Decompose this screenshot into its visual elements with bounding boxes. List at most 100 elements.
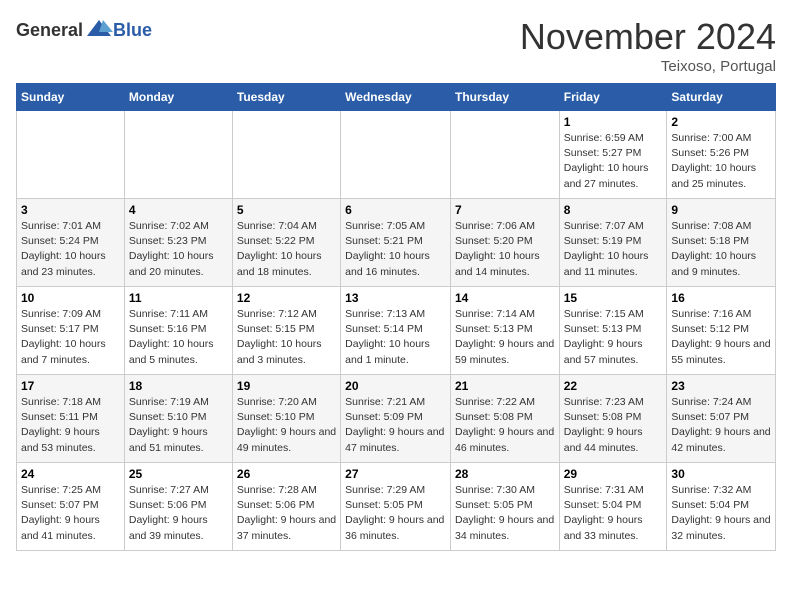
week-row-0: 1 Sunrise: 6:59 AM Sunset: 5:27 PM Daylig…	[17, 111, 776, 199]
day-info: Sunrise: 7:08 AM Sunset: 5:18 PM Dayligh…	[671, 219, 771, 280]
calendar-cell: 7Sunrise: 7:06 AM Sunset: 5:20 PM Daylig…	[450, 199, 559, 287]
calendar-cell	[232, 111, 340, 199]
day-info: Sunrise: 7:14 AM Sunset: 5:13 PM Dayligh…	[455, 307, 555, 368]
calendar-cell	[124, 111, 232, 199]
day-number: 27	[345, 467, 446, 481]
week-row-2: 10 Sunrise: 7:09 AM Sunset: 5:17 PM Dayli…	[17, 287, 776, 375]
logo-icon	[85, 16, 113, 44]
day-number: 24	[21, 467, 120, 481]
day-info: Sunrise: 7:18 AM Sunset: 5:11 PM Dayligh…	[21, 395, 120, 456]
calendar-cell: 10 Sunrise: 7:09 AM Sunset: 5:17 PM Dayli…	[17, 287, 125, 375]
calendar-cell: 27 Sunrise: 7:29 AM Sunset: 5:05 PM Dayli…	[341, 463, 451, 551]
calendar-cell: 19 Sunrise: 7:20 AM Sunset: 5:10 PM Dayli…	[232, 375, 340, 463]
day-info: Sunrise: 7:11 AM Sunset: 5:16 PM Dayligh…	[129, 307, 228, 368]
weekday-header-tuesday: Tuesday	[232, 84, 340, 111]
calendar-cell: 9 Sunrise: 7:08 AM Sunset: 5:18 PM Daylig…	[667, 199, 776, 287]
calendar-cell: 15 Sunrise: 7:15 AM Sunset: 5:13 PM Dayli…	[559, 287, 667, 375]
weekday-header-thursday: Thursday	[450, 84, 559, 111]
page-header: General Blue November 2024 Teixoso, Port…	[16, 16, 776, 75]
calendar-table: SundayMondayTuesdayWednesdayThursdayFrid…	[16, 83, 776, 551]
day-info: Sunrise: 7:16 AM Sunset: 5:12 PM Dayligh…	[671, 307, 771, 368]
day-info: Sunrise: 7:05 AM Sunset: 5:21 PM Dayligh…	[345, 219, 446, 280]
day-number: 3	[21, 203, 120, 217]
day-number: 8	[564, 203, 663, 217]
calendar-cell: 4Sunrise: 7:02 AM Sunset: 5:23 PM Daylig…	[124, 199, 232, 287]
week-row-4: 24Sunrise: 7:25 AM Sunset: 5:07 PM Dayli…	[17, 463, 776, 551]
day-number: 25	[129, 467, 228, 481]
day-number: 28	[455, 467, 555, 481]
calendar-cell: 17 Sunrise: 7:18 AM Sunset: 5:11 PM Dayli…	[17, 375, 125, 463]
day-number: 13	[345, 291, 446, 305]
day-number: 22	[564, 379, 663, 393]
day-info: Sunrise: 7:22 AM Sunset: 5:08 PM Dayligh…	[455, 395, 555, 456]
day-info: Sunrise: 7:19 AM Sunset: 5:10 PM Dayligh…	[129, 395, 228, 456]
day-info: Sunrise: 7:09 AM Sunset: 5:17 PM Dayligh…	[21, 307, 120, 368]
day-number: 29	[564, 467, 663, 481]
day-number: 1	[564, 115, 663, 129]
day-number: 5	[237, 203, 336, 217]
calendar-cell: 25 Sunrise: 7:27 AM Sunset: 5:06 PM Dayli…	[124, 463, 232, 551]
calendar-cell: 23Sunrise: 7:24 AM Sunset: 5:07 PM Dayli…	[667, 375, 776, 463]
day-number: 6	[345, 203, 446, 217]
logo-text-blue: Blue	[113, 20, 152, 41]
day-number: 19	[237, 379, 336, 393]
calendar-cell: 1 Sunrise: 6:59 AM Sunset: 5:27 PM Daylig…	[559, 111, 667, 199]
day-info: Sunrise: 7:28 AM Sunset: 5:06 PM Dayligh…	[237, 483, 336, 544]
day-info: Sunrise: 7:12 AM Sunset: 5:15 PM Dayligh…	[237, 307, 336, 368]
calendar-cell: 30Sunrise: 7:32 AM Sunset: 5:04 PM Dayli…	[667, 463, 776, 551]
day-info: Sunrise: 7:20 AM Sunset: 5:10 PM Dayligh…	[237, 395, 336, 456]
calendar-cell: 5 Sunrise: 7:04 AM Sunset: 5:22 PM Daylig…	[232, 199, 340, 287]
day-info: Sunrise: 7:01 AM Sunset: 5:24 PM Dayligh…	[21, 219, 120, 280]
day-number: 15	[564, 291, 663, 305]
day-number: 21	[455, 379, 555, 393]
weekday-header-saturday: Saturday	[667, 84, 776, 111]
day-number: 2	[671, 115, 771, 129]
calendar-cell: 12Sunrise: 7:12 AM Sunset: 5:15 PM Dayli…	[232, 287, 340, 375]
day-number: 18	[129, 379, 228, 393]
calendar-cell: 2 Sunrise: 7:00 AM Sunset: 5:26 PM Daylig…	[667, 111, 776, 199]
day-number: 14	[455, 291, 555, 305]
calendar-cell: 28 Sunrise: 7:30 AM Sunset: 5:05 PM Dayli…	[450, 463, 559, 551]
day-number: 4	[129, 203, 228, 217]
day-info: Sunrise: 7:04 AM Sunset: 5:22 PM Dayligh…	[237, 219, 336, 280]
day-info: Sunrise: 6:59 AM Sunset: 5:27 PM Dayligh…	[564, 131, 663, 192]
calendar-cell: 29Sunrise: 7:31 AM Sunset: 5:04 PM Dayli…	[559, 463, 667, 551]
day-number: 16	[671, 291, 771, 305]
day-number: 20	[345, 379, 446, 393]
calendar-cell: 6 Sunrise: 7:05 AM Sunset: 5:21 PM Daylig…	[341, 199, 451, 287]
calendar-cell: 20Sunrise: 7:21 AM Sunset: 5:09 PM Dayli…	[341, 375, 451, 463]
calendar-cell: 3 Sunrise: 7:01 AM Sunset: 5:24 PM Daylig…	[17, 199, 125, 287]
calendar-cell: 16 Sunrise: 7:16 AM Sunset: 5:12 PM Dayli…	[667, 287, 776, 375]
day-info: Sunrise: 7:30 AM Sunset: 5:05 PM Dayligh…	[455, 483, 555, 544]
day-number: 7	[455, 203, 555, 217]
day-info: Sunrise: 7:29 AM Sunset: 5:05 PM Dayligh…	[345, 483, 446, 544]
title-block: November 2024 Teixoso, Portugal	[520, 16, 776, 75]
day-info: Sunrise: 7:23 AM Sunset: 5:08 PM Dayligh…	[564, 395, 663, 456]
calendar-cell	[341, 111, 451, 199]
logo: General Blue	[16, 16, 152, 44]
day-number: 9	[671, 203, 771, 217]
day-number: 17	[21, 379, 120, 393]
day-info: Sunrise: 7:00 AM Sunset: 5:26 PM Dayligh…	[671, 131, 771, 192]
location-subtitle: Teixoso, Portugal	[520, 58, 776, 75]
calendar-cell: 14 Sunrise: 7:14 AM Sunset: 5:13 PM Dayli…	[450, 287, 559, 375]
day-number: 23	[671, 379, 771, 393]
calendar-cell: 8 Sunrise: 7:07 AM Sunset: 5:19 PM Daylig…	[559, 199, 667, 287]
calendar-cell: 18 Sunrise: 7:19 AM Sunset: 5:10 PM Dayli…	[124, 375, 232, 463]
weekday-header-friday: Friday	[559, 84, 667, 111]
logo-text-general: General	[16, 20, 83, 41]
calendar-cell: 11 Sunrise: 7:11 AM Sunset: 5:16 PM Dayli…	[124, 287, 232, 375]
calendar-cell: 21 Sunrise: 7:22 AM Sunset: 5:08 PM Dayli…	[450, 375, 559, 463]
day-info: Sunrise: 7:15 AM Sunset: 5:13 PM Dayligh…	[564, 307, 663, 368]
calendar-cell: 26 Sunrise: 7:28 AM Sunset: 5:06 PM Dayli…	[232, 463, 340, 551]
day-info: Sunrise: 7:07 AM Sunset: 5:19 PM Dayligh…	[564, 219, 663, 280]
day-number: 11	[129, 291, 228, 305]
weekday-header-monday: Monday	[124, 84, 232, 111]
day-info: Sunrise: 7:13 AM Sunset: 5:14 PM Dayligh…	[345, 307, 446, 368]
day-info: Sunrise: 7:27 AM Sunset: 5:06 PM Dayligh…	[129, 483, 228, 544]
month-title: November 2024	[520, 16, 776, 58]
day-number: 26	[237, 467, 336, 481]
day-number: 30	[671, 467, 771, 481]
calendar-cell	[450, 111, 559, 199]
day-number: 10	[21, 291, 120, 305]
